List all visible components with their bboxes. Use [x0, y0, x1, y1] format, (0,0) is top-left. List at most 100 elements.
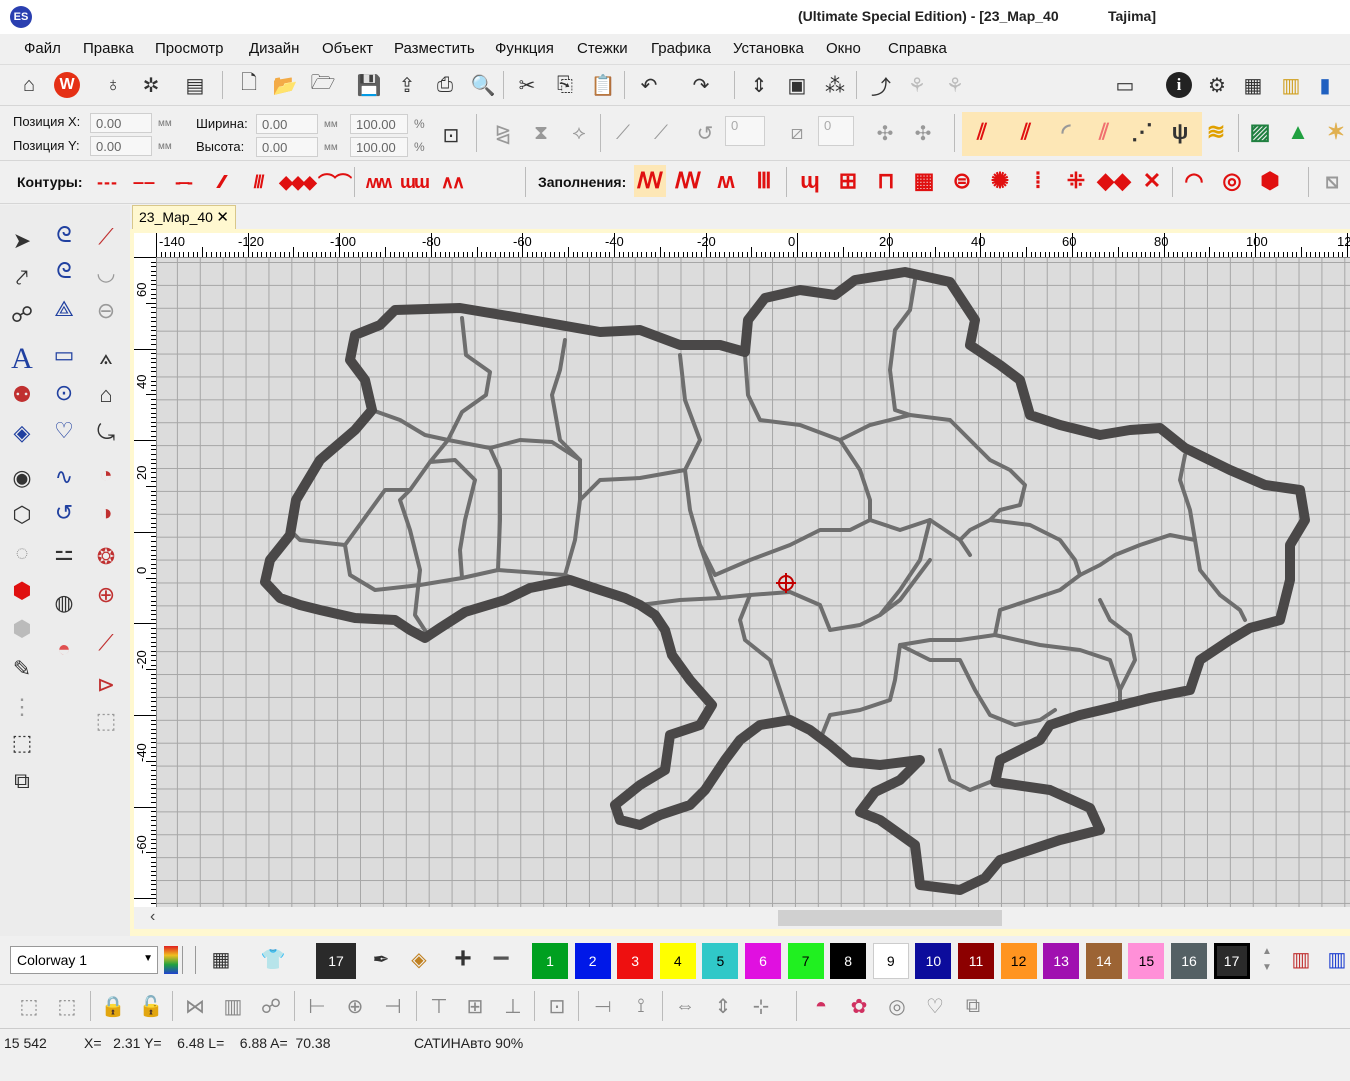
eyedropper-icon[interactable]: ✒: [366, 944, 396, 974]
same-width-icon[interactable]: ⇔: [670, 991, 700, 1021]
color-swatch[interactable]: 6: [745, 943, 781, 979]
transform-icon[interactable]: ✣: [870, 118, 900, 148]
color-swatch[interactable]: 10: [915, 943, 952, 979]
shapes-icon[interactable]: ▲: [1282, 116, 1314, 148]
distribute-h-icon[interactable]: ⟞: [588, 991, 618, 1021]
palette-icon[interactable]: ▮: [1310, 70, 1340, 100]
spiral-fill-icon[interactable]: ◎: [1216, 165, 1248, 197]
knife-icon[interactable]: ✎: [4, 651, 40, 687]
copy-icon[interactable]: ⎘: [550, 70, 580, 100]
width-percent-field[interactable]: 100.00: [350, 114, 408, 134]
lettering-icon[interactable]: A: [4, 341, 40, 377]
rectangle-tool-icon[interactable]: ▭: [46, 337, 82, 373]
swatch-scroll-icon[interactable]: ▲ ▼: [1262, 944, 1272, 976]
cross-stitch-icon[interactable]: ✕: [1136, 165, 1168, 197]
freehand-icon[interactable]: ∿: [46, 459, 82, 495]
thread-chart-icon[interactable]: ▥: [1276, 70, 1306, 100]
width-field[interactable]: 0.00: [256, 114, 318, 134]
satin-fill-2-icon[interactable]: ꟿ: [672, 165, 704, 197]
open-recent-icon[interactable]: 🗁: [308, 70, 338, 100]
menu-stitches[interactable]: Стежки: [577, 40, 628, 57]
ruler-corner[interactable]: [134, 233, 156, 257]
open-folder-icon[interactable]: 📂: [270, 70, 300, 100]
diamond-fill-icon[interactable]: ◆◆: [1097, 165, 1131, 197]
fish-icon[interactable]: ≋: [1200, 116, 1232, 148]
satin-contour-icon[interactable]: ///: [242, 171, 274, 193]
grid-toggle-icon[interactable]: ⧅: [1316, 165, 1348, 197]
unlock-icon[interactable]: 🔓: [136, 991, 166, 1021]
backstitch-icon[interactable]: -‒-: [166, 171, 200, 193]
document-tab[interactable]: 23_Map_40 ✕: [132, 205, 236, 229]
align-center-icon[interactable]: ⊕: [340, 991, 370, 1021]
close-icon[interactable]: ✕: [216, 208, 229, 226]
color-grid-icon[interactable]: ▦: [206, 944, 236, 974]
curve-tool-icon[interactable]: ᘓ: [46, 217, 82, 253]
machine-icon[interactable]: ⚙: [1202, 70, 1232, 100]
color-swatch[interactable]: 8: [830, 943, 867, 979]
grid-select-icon[interactable]: ⬚: [4, 725, 40, 761]
curve-tool-2-icon[interactable]: ᘓ: [46, 253, 82, 289]
satin-fill-icon[interactable]: ꟿ: [634, 165, 666, 197]
fill-bucket-icon[interactable]: ◈: [404, 944, 434, 974]
horizontal-scrollbar-thumb[interactable]: [778, 910, 1002, 926]
gray-hexagon-icon[interactable]: ⬢: [4, 611, 40, 647]
center-page-icon[interactable]: ⊡: [542, 991, 572, 1021]
satin-effect-icon[interactable]: ⫽: [966, 116, 998, 148]
radial-tool-icon[interactable]: ⊕: [88, 577, 124, 613]
bead-tool-icon[interactable]: ⬚: [88, 703, 124, 739]
export-icon[interactable]: ⇪: [392, 70, 422, 100]
shell-icon[interactable]: ◓: [46, 631, 82, 667]
paste-icon[interactable]: 📋: [588, 70, 618, 100]
heart-shape-icon[interactable]: ♡: [920, 991, 950, 1021]
arc-fill-icon[interactable]: ◠: [1178, 165, 1210, 197]
combine-icon[interactable]: ▥: [218, 991, 248, 1021]
color-swatch[interactable]: 12: [1000, 943, 1037, 979]
home-icon[interactable]: ⌂: [14, 70, 44, 100]
colorway-select[interactable]: Colorway 1 ▼: [10, 946, 158, 974]
pos-y-field[interactable]: 0.00: [90, 136, 152, 156]
applique-icon[interactable]: ◈: [4, 415, 40, 451]
info-icon[interactable]: i: [1164, 70, 1194, 100]
circle-target-icon[interactable]: ◉: [4, 460, 40, 496]
rotate-free-icon[interactable]: ⟡: [564, 118, 594, 148]
menu-file[interactable]: Файл: [24, 40, 61, 57]
oval-line-icon[interactable]: ⊖: [88, 293, 124, 329]
dots-icon[interactable]: ⋮: [4, 689, 40, 725]
redo-icon[interactable]: ↷: [686, 70, 716, 100]
loop-tool-icon[interactable]: ↺: [46, 495, 82, 531]
ruler-vertical[interactable]: 60 40 20 0 -20 -40 -60: [134, 257, 157, 907]
cut-icon[interactable]: ✂: [512, 70, 542, 100]
menu-function[interactable]: Функция: [495, 40, 554, 57]
skew-2-icon[interactable]: ⟋: [646, 118, 676, 148]
column-tool-icon[interactable]: ⤿: [88, 415, 124, 451]
overlap-shape-icon[interactable]: ⧉: [958, 991, 988, 1021]
new-file-icon[interactable]: 🗋: [234, 70, 264, 100]
scroll-left-icon[interactable]: ‹: [150, 908, 155, 926]
slant-angle-field[interactable]: 0: [818, 116, 854, 146]
library-icon[interactable]: ▦: [1238, 70, 1268, 100]
wave-icon[interactable]: ∧∧: [436, 171, 468, 193]
distribute-v-icon[interactable]: ⟟: [626, 991, 656, 1021]
ruler-horizontal[interactable]: -140 -120 -100 -80 -60 -40 -20 0 20 40 6…: [156, 233, 1350, 258]
stipple-fill-icon[interactable]: ⬢: [1254, 165, 1286, 197]
cd-icon[interactable]: ◍: [46, 585, 82, 621]
column-fill-icon[interactable]: Ⅲ: [748, 165, 780, 197]
leaf-effect-icon[interactable]: ◜: [1050, 116, 1082, 148]
flower-shape-icon[interactable]: ✿: [844, 991, 874, 1021]
trace-icon[interactable]: ◎: [882, 991, 912, 1021]
color-swatch[interactable]: 11: [958, 943, 994, 979]
undo-icon[interactable]: ↶: [634, 70, 664, 100]
align-middle-icon[interactable]: ⊞: [460, 991, 490, 1021]
zigzag-fill-icon[interactable]: ʍ: [710, 165, 742, 197]
grid-fill-icon[interactable]: ▦: [908, 165, 940, 197]
color-swatch[interactable]: 3: [617, 943, 654, 979]
menu-object[interactable]: Объект: [322, 40, 373, 57]
color-swatch[interactable]: 2: [574, 943, 611, 979]
measure-tool-icon[interactable]: ⟋: [88, 625, 124, 661]
group-icon[interactable]: ⬚: [14, 991, 44, 1021]
display-icon[interactable]: ▣: [782, 70, 812, 100]
app-icon[interactable]: ES: [10, 6, 32, 28]
stitch-player-icon[interactable]: ⤴: [866, 70, 896, 100]
spiral-tool-icon[interactable]: ◌: [4, 535, 40, 571]
hexagon-outline-icon[interactable]: ⬡: [4, 497, 40, 533]
